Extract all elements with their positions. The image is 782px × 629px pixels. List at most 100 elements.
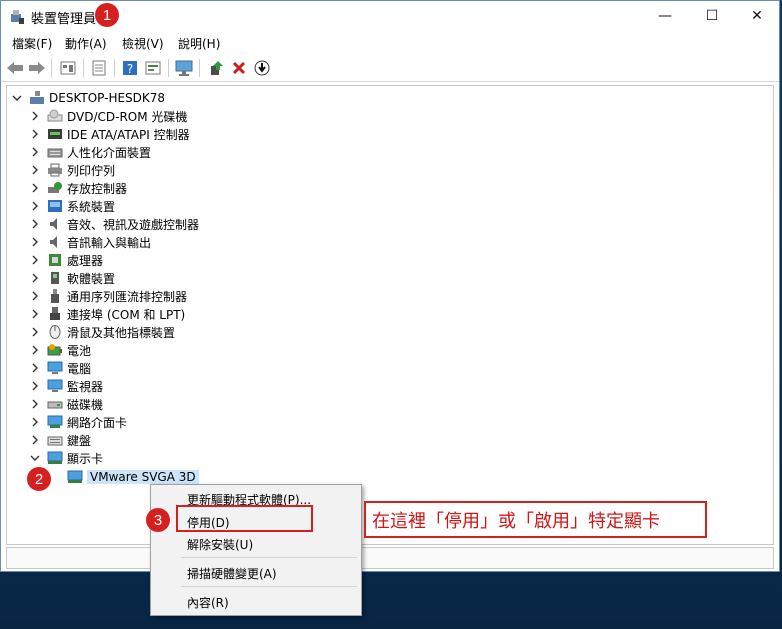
keyboard-icon bbox=[47, 433, 63, 447]
tree-category-label: 顯示卡 bbox=[67, 451, 104, 466]
download-icon[interactable] bbox=[252, 58, 272, 78]
tree-category-audio-io[interactable]: 音訊輸入與輸出 bbox=[29, 233, 151, 251]
annotation-badge-1: 1 bbox=[95, 3, 119, 27]
tree-category-system[interactable]: 系統裝置 bbox=[29, 197, 115, 215]
tree-category-label: 音訊輸入與輸出 bbox=[67, 235, 152, 250]
tree-category-computer[interactable]: 電腦 bbox=[29, 359, 91, 377]
tree-category-monitor[interactable]: 監視器 bbox=[29, 377, 103, 395]
monitor-icon[interactable] bbox=[174, 58, 194, 78]
chevron-right-icon[interactable] bbox=[29, 164, 41, 176]
tree-category-label: 列印佇列 bbox=[67, 163, 116, 178]
chevron-right-icon[interactable] bbox=[29, 110, 41, 122]
chevron-right-icon[interactable] bbox=[29, 182, 41, 194]
chevron-right-icon[interactable] bbox=[29, 434, 41, 446]
uninstall-icon[interactable] bbox=[229, 58, 249, 78]
close-button[interactable]: ✕ bbox=[734, 1, 780, 31]
dvd-drive-icon bbox=[47, 109, 63, 123]
disk-drive-icon bbox=[47, 397, 63, 411]
chevron-right-icon[interactable] bbox=[29, 290, 41, 302]
tree-category-dvd[interactable]: DVD/CD-ROM 光碟機 bbox=[29, 107, 187, 125]
tree-category-software-device[interactable]: 軟體裝置 bbox=[29, 269, 115, 287]
annotation-badge-3: 3 bbox=[146, 508, 170, 532]
tree-category-label: 音效、視訊及遊戲控制器 bbox=[67, 217, 200, 232]
chevron-right-icon[interactable] bbox=[29, 326, 41, 338]
action-icon[interactable] bbox=[143, 58, 163, 78]
chevron-right-icon[interactable] bbox=[29, 146, 41, 158]
minimize-button[interactable]: — bbox=[642, 1, 688, 31]
context-scan-hardware[interactable]: 掃描硬體變更(A) bbox=[187, 565, 277, 582]
tree-category-storage[interactable]: 存放控制器 bbox=[29, 179, 127, 197]
tree-category-label: 通用序列匯流排控制器 bbox=[67, 289, 188, 304]
tree-category-audio-video[interactable]: 音效、視訊及遊戲控制器 bbox=[29, 215, 199, 233]
tree-category-disk[interactable]: 磁碟機 bbox=[29, 395, 103, 413]
device-manager-window: 裝置管理員 — ☐ ✕ 檔案(F) 動作(A) 檢視(V) 說明(H) ? DE… bbox=[0, 0, 780, 572]
tree-category-usb[interactable]: 通用序列匯流排控制器 bbox=[29, 287, 187, 305]
back-icon[interactable] bbox=[5, 58, 25, 78]
tree-category-ide[interactable]: IDE ATA/ATAPI 控制器 bbox=[29, 125, 190, 143]
menu-file[interactable]: 檔案(F) bbox=[12, 35, 52, 52]
status-bar bbox=[6, 547, 774, 569]
device-manager-icon bbox=[9, 9, 25, 25]
tree-category-display-adapter[interactable]: 顯示卡 bbox=[29, 449, 103, 467]
update-driver-icon[interactable] bbox=[206, 58, 226, 78]
view-icon[interactable] bbox=[89, 58, 109, 78]
context-uninstall[interactable]: 解除安裝(U) bbox=[187, 536, 253, 553]
help-icon[interactable]: ? bbox=[120, 58, 140, 78]
usb-icon bbox=[47, 289, 63, 303]
context-separator bbox=[181, 557, 357, 558]
chevron-right-icon[interactable] bbox=[29, 416, 41, 428]
properties-icon[interactable] bbox=[58, 58, 78, 78]
maximize-button[interactable]: ☐ bbox=[689, 1, 735, 31]
tree-category-label: 連接埠 (COM 和 LPT) bbox=[67, 307, 186, 322]
tree-category-label: DVD/CD-ROM 光碟機 bbox=[67, 109, 188, 124]
ide-controller-icon bbox=[47, 127, 63, 141]
menu-bar: 檔案(F) 動作(A) 檢視(V) 說明(H) bbox=[1, 32, 779, 54]
tree-category-ports[interactable]: 連接埠 (COM 和 LPT) bbox=[29, 305, 185, 323]
hid-icon bbox=[47, 145, 63, 159]
chevron-right-icon[interactable] bbox=[29, 308, 41, 320]
chevron-right-icon[interactable] bbox=[29, 398, 41, 410]
chevron-right-icon[interactable] bbox=[29, 254, 41, 266]
context-menu: 更新驅動程式軟體(P)... 停用(D) 解除安裝(U) 掃描硬體變更(A) 內… bbox=[150, 484, 362, 616]
tree-category-print-queue[interactable]: 列印佇列 bbox=[29, 161, 115, 179]
monitor-device-icon bbox=[47, 379, 63, 393]
device-tree[interactable]: DESKTOP-HESDK78 DVD/CD-ROM 光碟機 IDE ATA/A… bbox=[6, 85, 774, 545]
annotation-badge-2: 2 bbox=[27, 467, 51, 491]
speaker-icon bbox=[47, 235, 63, 249]
menu-view[interactable]: 檢視(V) bbox=[122, 35, 164, 52]
chevron-right-icon[interactable] bbox=[29, 272, 41, 284]
tree-category-label: 人性化介面裝置 bbox=[67, 145, 152, 160]
tree-category-keyboard[interactable]: 鍵盤 bbox=[29, 431, 91, 449]
menu-action[interactable]: 動作(A) bbox=[65, 35, 107, 52]
chevron-right-icon[interactable] bbox=[29, 200, 41, 212]
tree-category-mice[interactable]: 滑鼠及其他指標裝置 bbox=[29, 323, 175, 341]
tree-category-label: 電池 bbox=[67, 343, 92, 358]
computer-icon bbox=[47, 361, 63, 375]
tree-category-label: 存放控制器 bbox=[67, 181, 128, 196]
chevron-down-icon[interactable] bbox=[29, 452, 41, 464]
chevron-down-icon[interactable] bbox=[11, 92, 23, 104]
chevron-right-icon[interactable] bbox=[29, 128, 41, 140]
tree-category-label: 監視器 bbox=[67, 379, 104, 394]
chevron-right-icon[interactable] bbox=[29, 380, 41, 392]
chevron-right-icon[interactable] bbox=[29, 344, 41, 356]
tree-category-hid[interactable]: 人性化介面裝置 bbox=[29, 143, 151, 161]
processor-icon bbox=[47, 253, 63, 267]
chevron-right-icon[interactable] bbox=[29, 362, 41, 374]
menu-help[interactable]: 說明(H) bbox=[178, 35, 220, 52]
software-device-icon bbox=[47, 271, 63, 285]
toolbar-separator bbox=[83, 59, 84, 77]
chevron-right-icon[interactable] bbox=[29, 218, 41, 230]
tree-category-network[interactable]: 網路介面卡 bbox=[29, 413, 127, 431]
tree-category-label: 網路介面卡 bbox=[67, 415, 128, 430]
tree-category-processor[interactable]: 處理器 bbox=[29, 251, 103, 269]
forward-icon[interactable] bbox=[27, 58, 47, 78]
tree-root[interactable]: DESKTOP-HESDK78 bbox=[11, 89, 165, 107]
toolbar-separator bbox=[51, 59, 52, 77]
tree-category-label: IDE ATA/ATAPI 控制器 bbox=[67, 127, 190, 142]
context-properties[interactable]: 內容(R) bbox=[187, 594, 229, 611]
tree-category-battery[interactable]: 電池 bbox=[29, 341, 91, 359]
tree-root-label: DESKTOP-HESDK78 bbox=[49, 91, 166, 105]
chevron-right-icon[interactable] bbox=[29, 236, 41, 248]
battery-icon bbox=[47, 343, 63, 357]
